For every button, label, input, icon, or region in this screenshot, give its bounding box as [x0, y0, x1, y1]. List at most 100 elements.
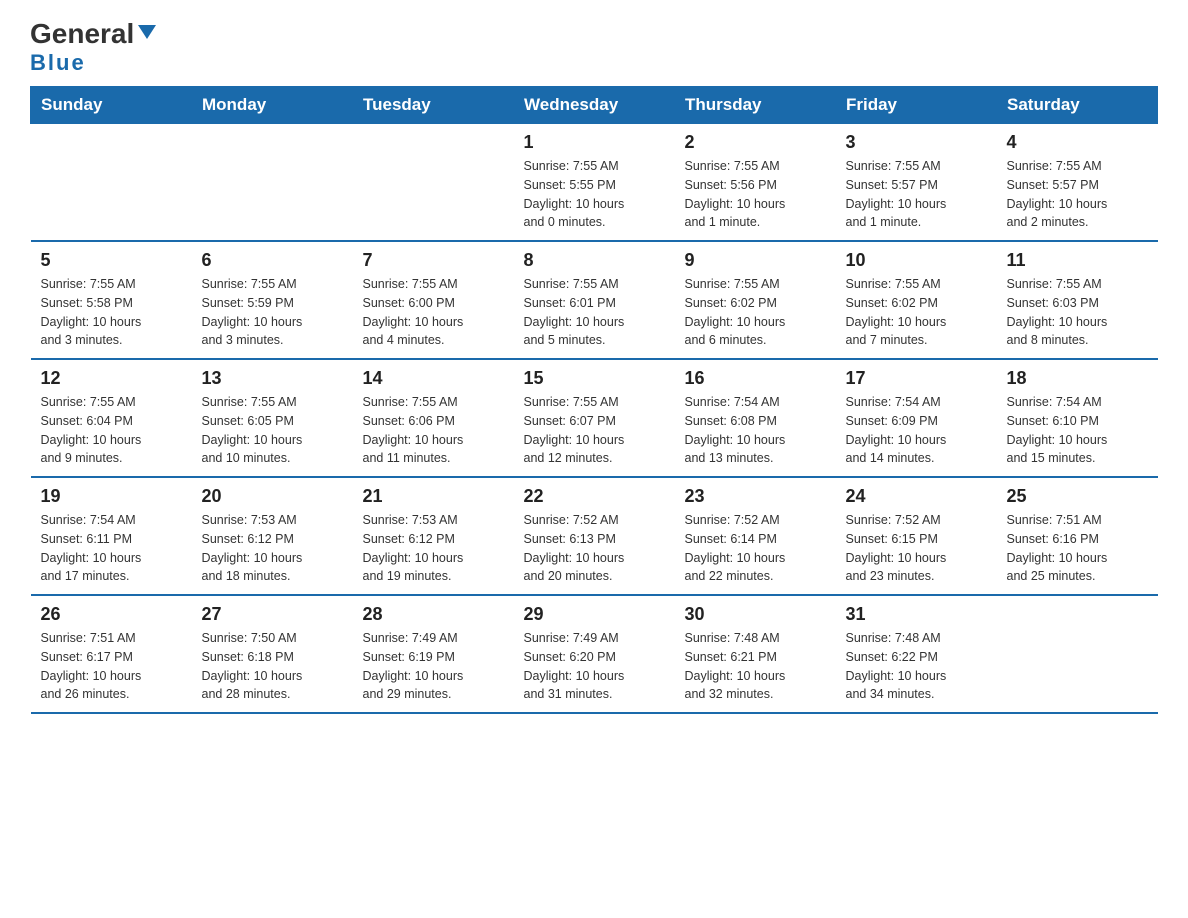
day-info: Sunrise: 7:55 AM Sunset: 6:04 PM Dayligh… [41, 393, 182, 468]
calendar-cell: 26 Sunrise: 7:51 AM Sunset: 6:17 PM Dayli… [31, 595, 192, 713]
day-number: 7 [363, 250, 504, 271]
calendar-cell: 9Sunrise: 7:55 AM Sunset: 6:02 PM Daylig… [675, 241, 836, 359]
day-number: 4 [1007, 132, 1148, 153]
calendar-cell: 7 Sunrise: 7:55 AM Sunset: 6:00 PM Daylig… [353, 241, 514, 359]
day-info: Sunrise: 7:55 AM Sunset: 6:02 PM Dayligh… [685, 275, 826, 350]
day-number: 17 [846, 368, 987, 389]
calendar-cell: 13 Sunrise: 7:55 AM Sunset: 6:05 PM Dayli… [192, 359, 353, 477]
day-number: 1 [524, 132, 665, 153]
day-info: Sunrise: 7:55 AM Sunset: 6:05 PM Dayligh… [202, 393, 343, 468]
day-number: 28 [363, 604, 504, 625]
calendar-cell: 18 Sunrise: 7:54 AM Sunset: 6:10 PM Dayli… [997, 359, 1158, 477]
calendar-cell: 11 Sunrise: 7:55 AM Sunset: 6:03 PM Dayli… [997, 241, 1158, 359]
day-number: 25 [1007, 486, 1148, 507]
day-info: Sunrise: 7:55 AM Sunset: 5:57 PM Dayligh… [1007, 157, 1148, 232]
day-number: 31 [846, 604, 987, 625]
day-info: Sunrise: 7:55 AM Sunset: 6:01 PM Dayligh… [524, 275, 665, 350]
day-number: 27 [202, 604, 343, 625]
day-number: 10 [846, 250, 987, 271]
calendar-header: SundayMondayTuesdayWednesdayThursdayFrid… [31, 87, 1158, 124]
calendar-cell: 8 Sunrise: 7:55 AM Sunset: 6:01 PM Daylig… [514, 241, 675, 359]
calendar-cell: 17 Sunrise: 7:54 AM Sunset: 6:09 PM Dayli… [836, 359, 997, 477]
logo-general: General [30, 20, 134, 48]
day-info: Sunrise: 7:55 AM Sunset: 6:03 PM Dayligh… [1007, 275, 1148, 350]
calendar-cell: 20Sunrise: 7:53 AM Sunset: 6:12 PM Dayli… [192, 477, 353, 595]
calendar-week-3: 12Sunrise: 7:55 AM Sunset: 6:04 PM Dayli… [31, 359, 1158, 477]
day-info: Sunrise: 7:54 AM Sunset: 6:10 PM Dayligh… [1007, 393, 1148, 468]
day-number: 18 [1007, 368, 1148, 389]
day-info: Sunrise: 7:55 AM Sunset: 6:02 PM Dayligh… [846, 275, 987, 350]
day-number: 13 [202, 368, 343, 389]
day-number: 26 [41, 604, 182, 625]
day-number: 6 [202, 250, 343, 271]
day-info: Sunrise: 7:55 AM Sunset: 6:06 PM Dayligh… [363, 393, 504, 468]
day-info: Sunrise: 7:55 AM Sunset: 5:57 PM Dayligh… [846, 157, 987, 232]
day-info: Sunrise: 7:54 AM Sunset: 6:09 PM Dayligh… [846, 393, 987, 468]
day-info: Sunrise: 7:54 AM Sunset: 6:11 PM Dayligh… [41, 511, 182, 586]
day-number: 8 [524, 250, 665, 271]
day-number: 22 [524, 486, 665, 507]
weekday-header-saturday: Saturday [997, 87, 1158, 124]
calendar-cell [192, 124, 353, 242]
calendar-cell: 21 Sunrise: 7:53 AM Sunset: 6:12 PM Dayli… [353, 477, 514, 595]
weekday-header-sunday: Sunday [31, 87, 192, 124]
day-info: Sunrise: 7:55 AM Sunset: 5:59 PM Dayligh… [202, 275, 343, 350]
calendar-cell: 16Sunrise: 7:54 AM Sunset: 6:08 PM Dayli… [675, 359, 836, 477]
day-info: Sunrise: 7:51 AM Sunset: 6:17 PM Dayligh… [41, 629, 182, 704]
calendar-cell [31, 124, 192, 242]
calendar-cell: 15Sunrise: 7:55 AM Sunset: 6:07 PM Dayli… [514, 359, 675, 477]
calendar-cell: 29Sunrise: 7:49 AM Sunset: 6:20 PM Dayli… [514, 595, 675, 713]
page-header: General Blue [30, 20, 1158, 76]
day-info: Sunrise: 7:55 AM Sunset: 6:07 PM Dayligh… [524, 393, 665, 468]
calendar-cell [353, 124, 514, 242]
calendar-cell: 30 Sunrise: 7:48 AM Sunset: 6:21 PM Dayli… [675, 595, 836, 713]
logo-arrow-icon [136, 21, 158, 43]
calendar-table: SundayMondayTuesdayWednesdayThursdayFrid… [30, 86, 1158, 714]
day-info: Sunrise: 7:55 AM Sunset: 5:56 PM Dayligh… [685, 157, 826, 232]
day-info: Sunrise: 7:48 AM Sunset: 6:21 PM Dayligh… [685, 629, 826, 704]
day-number: 5 [41, 250, 182, 271]
calendar-week-4: 19 Sunrise: 7:54 AM Sunset: 6:11 PM Dayli… [31, 477, 1158, 595]
calendar-week-2: 5Sunrise: 7:55 AM Sunset: 5:58 PM Daylig… [31, 241, 1158, 359]
day-number: 3 [846, 132, 987, 153]
calendar-cell: 23Sunrise: 7:52 AM Sunset: 6:14 PM Dayli… [675, 477, 836, 595]
calendar-cell: 14 Sunrise: 7:55 AM Sunset: 6:06 PM Dayli… [353, 359, 514, 477]
weekday-header-friday: Friday [836, 87, 997, 124]
day-info: Sunrise: 7:52 AM Sunset: 6:15 PM Dayligh… [846, 511, 987, 586]
day-number: 16 [685, 368, 826, 389]
calendar-cell: 25 Sunrise: 7:51 AM Sunset: 6:16 PM Dayli… [997, 477, 1158, 595]
calendar-cell: 2 Sunrise: 7:55 AM Sunset: 5:56 PM Daylig… [675, 124, 836, 242]
calendar-cell: 19 Sunrise: 7:54 AM Sunset: 6:11 PM Dayli… [31, 477, 192, 595]
day-number: 21 [363, 486, 504, 507]
calendar-cell: 12Sunrise: 7:55 AM Sunset: 6:04 PM Dayli… [31, 359, 192, 477]
day-info: Sunrise: 7:53 AM Sunset: 6:12 PM Dayligh… [202, 511, 343, 586]
weekday-header-monday: Monday [192, 87, 353, 124]
weekday-header-row: SundayMondayTuesdayWednesdayThursdayFrid… [31, 87, 1158, 124]
day-info: Sunrise: 7:52 AM Sunset: 6:13 PM Dayligh… [524, 511, 665, 586]
day-info: Sunrise: 7:52 AM Sunset: 6:14 PM Dayligh… [685, 511, 826, 586]
day-number: 2 [685, 132, 826, 153]
day-info: Sunrise: 7:49 AM Sunset: 6:19 PM Dayligh… [363, 629, 504, 704]
day-number: 14 [363, 368, 504, 389]
calendar-cell: 28 Sunrise: 7:49 AM Sunset: 6:19 PM Dayli… [353, 595, 514, 713]
weekday-header-thursday: Thursday [675, 87, 836, 124]
day-info: Sunrise: 7:53 AM Sunset: 6:12 PM Dayligh… [363, 511, 504, 586]
day-number: 19 [41, 486, 182, 507]
calendar-body: 1 Sunrise: 7:55 AM Sunset: 5:55 PM Daylig… [31, 124, 1158, 714]
day-number: 30 [685, 604, 826, 625]
day-info: Sunrise: 7:48 AM Sunset: 6:22 PM Dayligh… [846, 629, 987, 704]
calendar-week-5: 26 Sunrise: 7:51 AM Sunset: 6:17 PM Dayli… [31, 595, 1158, 713]
calendar-cell: 1 Sunrise: 7:55 AM Sunset: 5:55 PM Daylig… [514, 124, 675, 242]
calendar-cell: 3 Sunrise: 7:55 AM Sunset: 5:57 PM Daylig… [836, 124, 997, 242]
day-number: 11 [1007, 250, 1148, 271]
calendar-cell: 22 Sunrise: 7:52 AM Sunset: 6:13 PM Dayli… [514, 477, 675, 595]
calendar-week-1: 1 Sunrise: 7:55 AM Sunset: 5:55 PM Daylig… [31, 124, 1158, 242]
calendar-cell: 24Sunrise: 7:52 AM Sunset: 6:15 PM Dayli… [836, 477, 997, 595]
calendar-cell: 27Sunrise: 7:50 AM Sunset: 6:18 PM Dayli… [192, 595, 353, 713]
day-info: Sunrise: 7:55 AM Sunset: 6:00 PM Dayligh… [363, 275, 504, 350]
calendar-cell: 5Sunrise: 7:55 AM Sunset: 5:58 PM Daylig… [31, 241, 192, 359]
day-info: Sunrise: 7:55 AM Sunset: 5:55 PM Dayligh… [524, 157, 665, 232]
weekday-header-tuesday: Tuesday [353, 87, 514, 124]
day-info: Sunrise: 7:51 AM Sunset: 6:16 PM Dayligh… [1007, 511, 1148, 586]
logo: General Blue [30, 20, 158, 76]
